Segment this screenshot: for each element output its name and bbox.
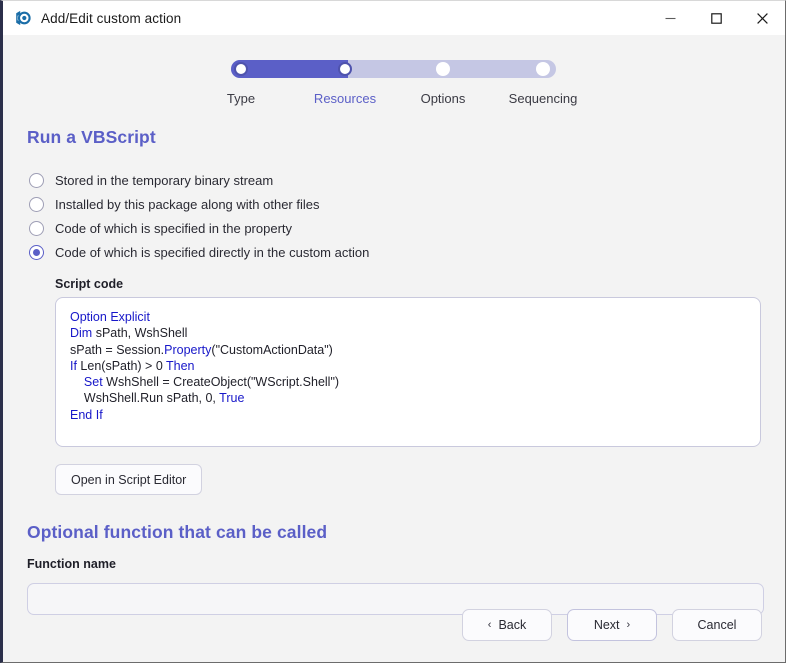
back-button-label: Back [498, 618, 527, 632]
radio-option-specified-directly[interactable]: Code of which is specified directly in t… [27, 240, 761, 264]
radio-indicator [29, 172, 44, 188]
stepper-label-options[interactable]: Options [421, 91, 466, 106]
wizard-stepper: Type Resources Options Sequencing [227, 60, 577, 109]
radio-label: Code of which is specified directly in t… [55, 244, 370, 260]
stepper-labels: Type Resources Options Sequencing [227, 91, 577, 109]
function-name-label: Function name [27, 557, 116, 571]
radio-option-installed-by-package[interactable]: Installed by this package along with oth… [27, 192, 761, 216]
stepper-label-type[interactable]: Type [227, 91, 255, 106]
app-logo-icon [12, 8, 32, 28]
next-button-label: Next [593, 618, 620, 632]
stepper-track [231, 60, 556, 78]
window-controls [647, 1, 785, 35]
minimize-icon[interactable] [647, 1, 693, 35]
stepper-dot-options[interactable] [436, 62, 450, 76]
close-icon[interactable] [739, 1, 785, 35]
back-button[interactable]: ‹ Back [462, 609, 552, 641]
radio-indicator [29, 244, 44, 260]
script-source-radio-group: Stored in the temporary binary stream In… [27, 168, 761, 264]
dialog-window: Add/Edit custom action Type Resources Op… [0, 0, 786, 663]
chevron-right-icon: › [626, 618, 631, 631]
chevron-left-icon: ‹ [487, 618, 492, 631]
stepper-label-sequencing[interactable]: Sequencing [509, 91, 578, 106]
script-code-editor[interactable]: Option Explicit Dim sPath, WshShell sPat… [55, 297, 761, 447]
window-title: Add/Edit custom action [41, 10, 182, 26]
radio-label: Installed by this package along with oth… [55, 196, 320, 212]
cancel-button[interactable]: Cancel [672, 609, 762, 641]
maximize-icon[interactable] [693, 1, 739, 35]
title-bar: Add/Edit custom action [3, 1, 785, 35]
dialog-footer: ‹ Back Next › Cancel [462, 609, 762, 641]
page-title: Run a VBScript [27, 127, 156, 147]
radio-option-specified-in-property[interactable]: Code of which is specified in the proper… [27, 216, 761, 240]
stepper-dot-type[interactable] [234, 62, 248, 76]
optional-function-title: Optional function that can be called [27, 522, 328, 542]
stepper-dot-resources[interactable] [338, 62, 352, 76]
stepper-label-resources[interactable]: Resources [314, 91, 376, 106]
script-code-section: Script code Option Explicit Dim sPath, W… [27, 277, 761, 447]
script-code-label: Script code [55, 277, 124, 291]
radio-label: Code of which is specified in the proper… [55, 220, 293, 236]
main-content: Run a VBScript Stored in the temporary b… [3, 127, 785, 662]
radio-indicator [29, 220, 44, 236]
stepper-progress-fill [231, 60, 348, 78]
radio-indicator [29, 196, 44, 212]
next-button[interactable]: Next › [567, 609, 657, 641]
radio-label: Stored in the temporary binary stream [55, 172, 274, 188]
stepper-dot-sequencing[interactable] [536, 62, 550, 76]
open-in-script-editor-button[interactable]: Open in Script Editor [55, 464, 203, 495]
script-code-text: Option Explicit Dim sPath, WshShell sPat… [70, 310, 340, 422]
radio-option-temporary-binary-stream[interactable]: Stored in the temporary binary stream [27, 168, 761, 192]
